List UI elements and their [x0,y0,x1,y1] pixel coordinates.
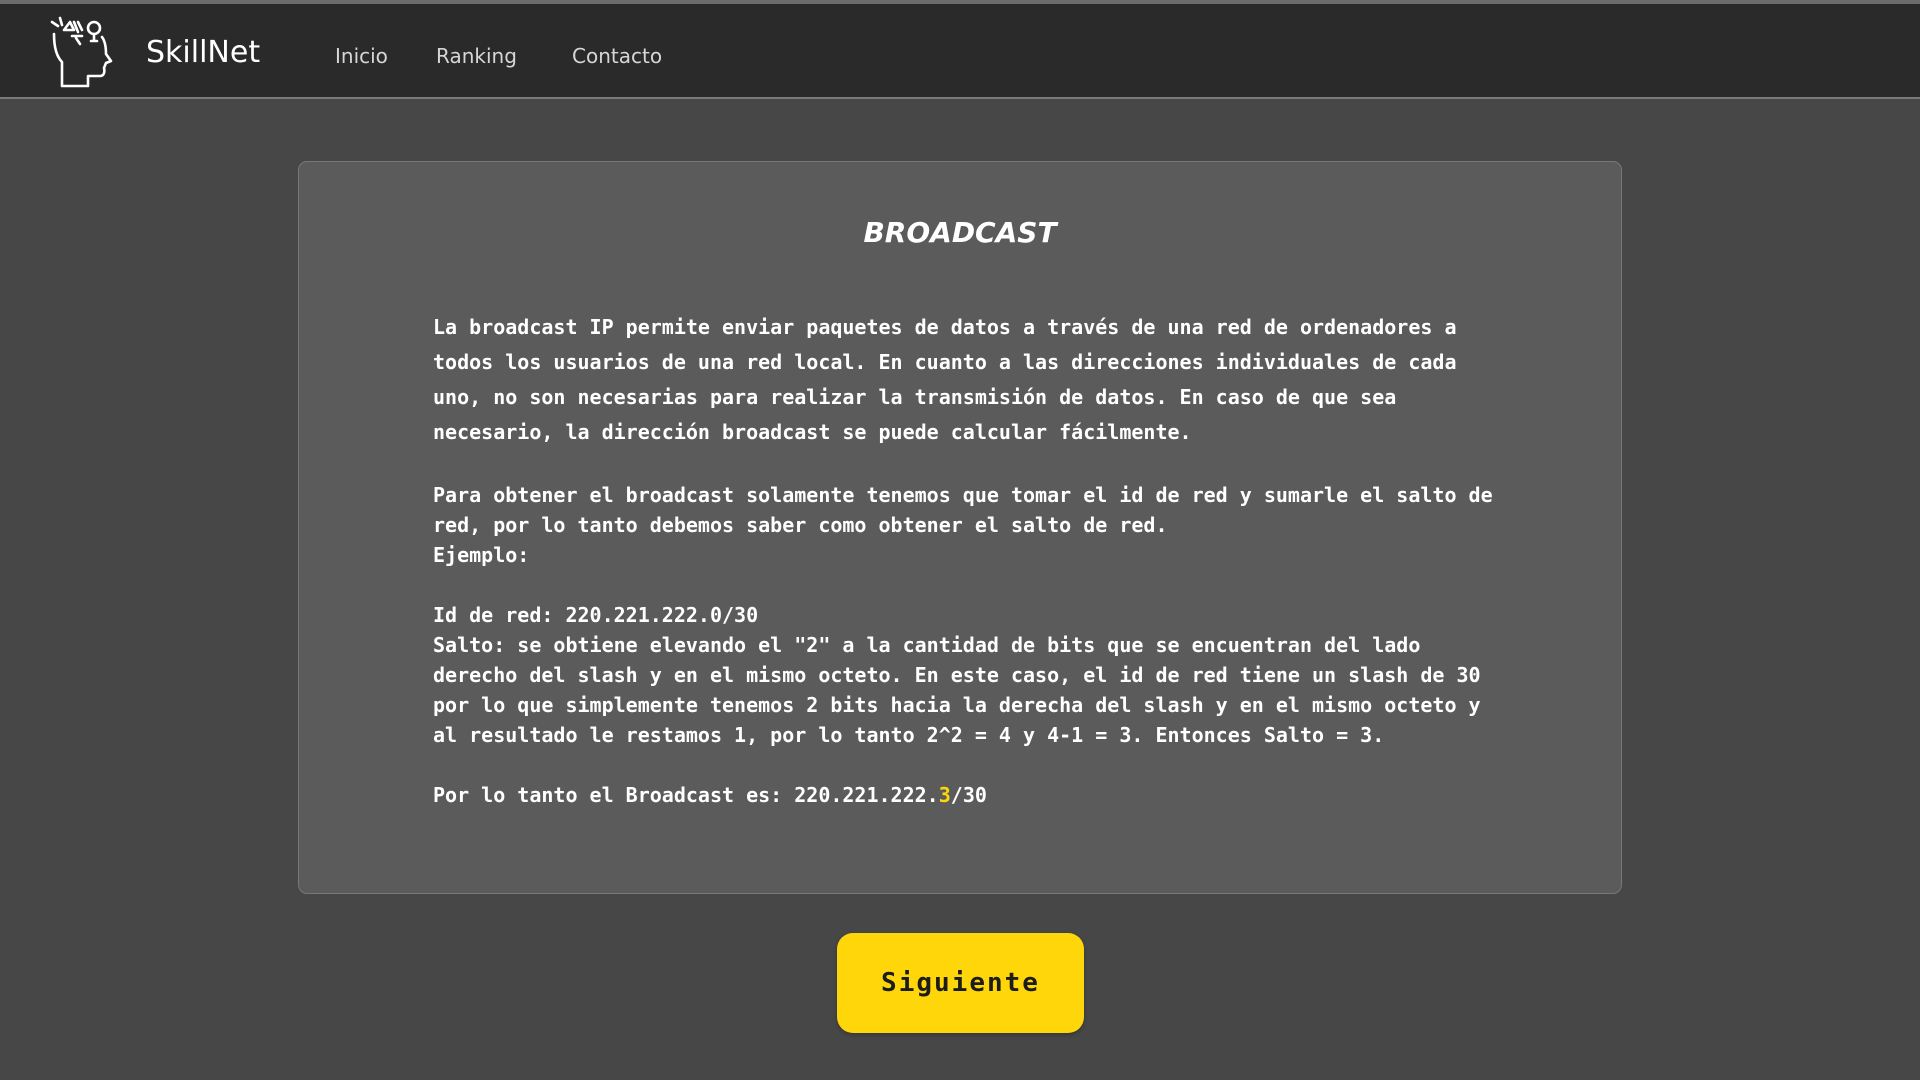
head-with-ideas-icon[interactable] [48,16,116,92]
result-highlight: 3 [938,783,951,807]
next-button[interactable]: Siguiente [837,933,1084,1033]
nav-link-inicio[interactable]: Inicio [335,44,388,68]
example-text: Para obtener el broadcast solamente tene… [433,483,1493,747]
result-suffix: /30 [950,783,987,807]
nav-link-contacto[interactable]: Contacto [572,44,662,68]
nav-link-ranking[interactable]: Ranking [436,44,517,68]
content-card: BROADCAST La broadcast IP permite enviar… [298,161,1622,894]
intro-paragraph: La broadcast IP permite enviar paquetes … [433,315,1469,444]
example-paragraph: Para obtener el broadcast solamente tene… [433,480,1503,810]
brand-name[interactable]: SkillNet [146,35,260,70]
card-title: BROADCAST [863,216,1057,249]
navbar: SkillNet Inicio Ranking Contacto [0,4,1920,99]
result-prefix: Por lo tanto el Broadcast es: 220.221.22… [433,783,939,807]
